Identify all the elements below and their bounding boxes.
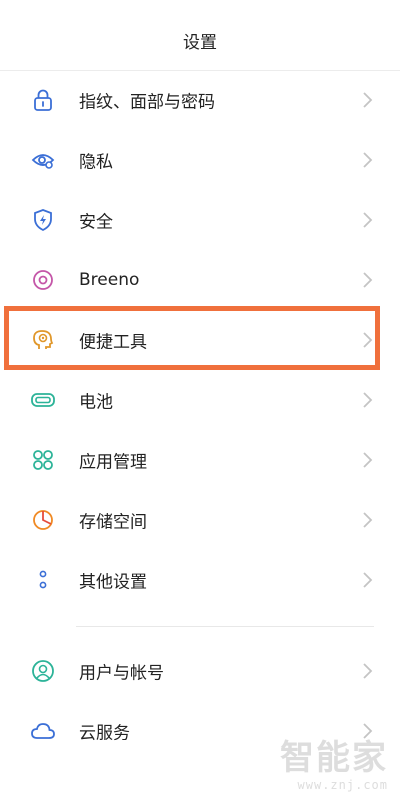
chevron-right-icon [363,572,373,588]
chevron-right-icon [363,332,373,348]
storage-pie-icon [30,507,56,533]
privacy-eye-icon [30,147,56,173]
settings-item-privacy[interactable]: 隐私 [0,130,400,190]
settings-item-convenient-tools[interactable]: 便捷工具 [0,310,400,370]
watermark-url: www.znj.com [297,778,388,792]
settings-item-label: 用户与帐号 [79,663,164,684]
settings-item-label: 安全 [79,212,113,233]
settings-item-other-settings[interactable]: 其他设置 [0,550,400,610]
chevron-right-icon [363,663,373,679]
settings-item-user-accounts[interactable]: 用户与帐号 [0,641,400,701]
chevron-right-icon [363,212,373,228]
chevron-right-icon [363,512,373,528]
settings-item-app-management[interactable]: 应用管理 [0,430,400,490]
settings-item-label: 便捷工具 [79,332,147,353]
settings-item-storage[interactable]: 存储空间 [0,490,400,550]
cloud-icon [30,718,56,744]
shield-icon [30,207,56,233]
settings-item-security[interactable]: 安全 [0,190,400,250]
settings-item-label: 应用管理 [79,452,147,473]
header-bar: 设置 [0,0,400,71]
section-divider [76,626,374,627]
more-dots-icon [30,567,56,593]
chevron-right-icon [363,392,373,408]
settings-item-label: 存储空间 [79,512,147,533]
user-icon [30,658,56,684]
chevron-right-icon [363,452,373,468]
settings-item-label: 指纹、面部与密码 [79,92,215,113]
chevron-right-icon [363,152,373,168]
breeno-icon [30,267,56,293]
chevron-right-icon [363,92,373,108]
page-title: 设置 [183,32,217,53]
watermark-brand: 智能家 [280,738,388,778]
settings-item-breeno[interactable]: Breeno [0,250,400,310]
settings-item-label: 其他设置 [79,572,147,593]
head-tools-icon [30,327,56,353]
settings-item-battery[interactable]: 电池 [0,370,400,430]
apps-grid-icon [30,447,56,473]
settings-item-label: 云服务 [79,723,130,744]
settings-item-label: 隐私 [79,152,113,173]
chevron-right-icon [363,272,373,288]
settings-item-fingerprint-face-password[interactable]: 指纹、面部与密码 [0,70,400,130]
watermark: 智能家 www.znj.com [280,738,388,792]
lock-icon [30,87,56,113]
settings-item-label: Breeno [79,270,140,290]
battery-icon [30,387,56,413]
settings-item-label: 电池 [79,392,113,413]
